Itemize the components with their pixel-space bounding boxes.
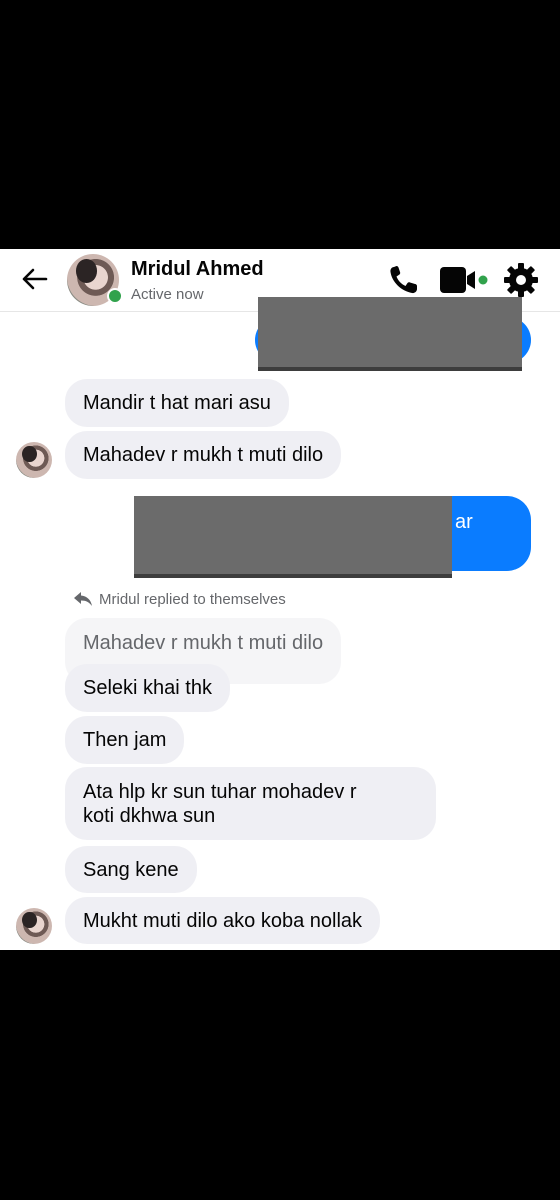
received-message[interactable]: Mukht muti dilo ako koba nollak — [65, 897, 381, 944]
phone-icon[interactable] — [386, 263, 424, 297]
message-text: Then jam — [83, 729, 167, 751]
received-message[interactable]: Then jam — [65, 716, 185, 764]
redaction-block — [258, 297, 522, 367]
reply-arrow-icon — [74, 592, 92, 606]
message-text: Mukht muti dilo ako koba nollak — [83, 910, 363, 932]
message-text-line-1: Ata hlp kr sun tuhar mohadev r — [83, 781, 357, 803]
received-message[interactable]: Mandir t hat mari asu — [65, 379, 289, 427]
received-message[interactable]: Sang kene — [65, 846, 197, 893]
contact-name[interactable]: Mridul Ahmed — [131, 258, 264, 281]
active-status-text: Active now — [131, 286, 204, 303]
reply-indicator: Mridul replied to themselves — [73, 591, 286, 608]
chat-screen: Mridul Ahmed Active now Mandir t hat mar… — [0, 249, 560, 950]
video-camera-icon[interactable] — [438, 263, 490, 297]
gear-icon[interactable] — [502, 261, 540, 299]
reply-indicator-text: Mridul replied to themselves — [99, 591, 286, 608]
received-message[interactable]: Seleki khai thk — [65, 664, 230, 712]
message-text: Mahadev r mukh t muti dilo — [83, 444, 324, 466]
sent-message-fragment: ar — [455, 511, 473, 533]
received-message[interactable]: Ata hlp kr sun tuhar mohadev r koti dkhw… — [65, 767, 436, 840]
sender-avatar[interactable] — [16, 908, 52, 944]
received-message[interactable]: Mahadev r mukh t muti dilo — [65, 431, 342, 479]
message-text: Sang kene — [83, 859, 179, 881]
message-text: Mandir t hat mari asu — [83, 392, 271, 414]
message-text-line-2: koti dkhwa sun — [83, 805, 216, 827]
back-arrow-icon[interactable] — [18, 263, 50, 295]
message-text: Seleki khai thk — [83, 677, 212, 699]
active-status-dot — [107, 288, 123, 304]
sender-avatar[interactable] — [16, 442, 52, 478]
quoted-text: Mahadev r mukh t muti dilo — [83, 632, 324, 654]
redaction-block — [134, 496, 452, 574]
